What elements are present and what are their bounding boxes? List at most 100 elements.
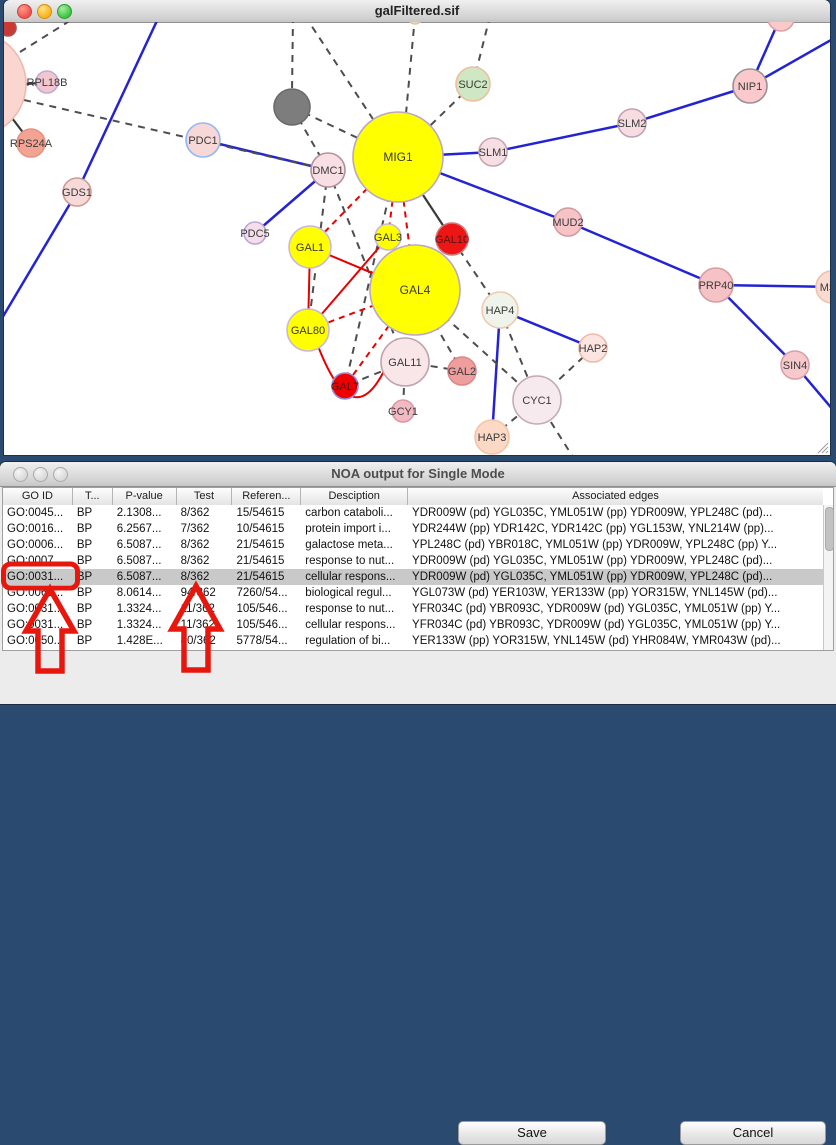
- node-label-HAP3: HAP3: [478, 432, 507, 444]
- table-cell: 11/362: [177, 617, 233, 633]
- table-cell: 21/54615: [232, 537, 301, 553]
- table-cell: YPL248C (pd) YBR018C, YML051W (pp) YDR00…: [408, 537, 823, 553]
- edge-gray_dashed: [292, 22, 293, 92]
- table-row[interactable]: GO:0050...BP1.428E...80/3625778/54...reg…: [3, 633, 823, 649]
- node-label-MIG1: MIG1: [383, 150, 413, 164]
- node-label-DMC1: DMC1: [312, 165, 343, 177]
- node-label-GCY1: GCY1: [388, 406, 418, 418]
- table-cell: YFR034C (pd) YBR093C, YDR009W (pd) YGL03…: [408, 617, 823, 633]
- edge-blue: [632, 86, 750, 123]
- network-canvas[interactable]: RPL18BRPS24AGDS1PDC1DMC1MIG1SUC2SLM1SLM2…: [4, 22, 830, 455]
- cancel-button[interactable]: Cancel: [680, 1121, 826, 1145]
- node-label-SUC2: SUC2: [458, 79, 487, 91]
- save-button[interactable]: Save: [458, 1121, 606, 1145]
- vertical-scrollbar[interactable]: [823, 505, 833, 650]
- table-cell: 8.0614...: [113, 585, 177, 601]
- table-body: GO:0045...BP2.1308...8/36215/54615carbon…: [3, 505, 823, 650]
- table-cell: 105/546...: [232, 617, 301, 633]
- table-row[interactable]: GO:0031...BP1.3324...11/362105/546...res…: [3, 601, 823, 617]
- table-cell: 94/362: [177, 585, 233, 601]
- table-cell: 105/546...: [232, 601, 301, 617]
- table-cell: 2.1308...: [113, 505, 177, 521]
- column-header-6[interactable]: Associated edges: [408, 488, 823, 505]
- node-corner-red[interactable]: [4, 22, 16, 36]
- table-row[interactable]: GO:0006...BP6.5087...8/36221/54615galact…: [3, 537, 823, 553]
- table-cell: 1.3324...: [113, 601, 177, 617]
- node-label-CYC1: CYC1: [522, 395, 551, 407]
- table-cell: GO:0006...: [3, 537, 73, 553]
- network-window-title: galFiltered.sif: [4, 3, 830, 18]
- edge-blue: [492, 310, 500, 437]
- node-top-green[interactable]: [408, 22, 422, 24]
- table-cell: cellular respons...: [301, 569, 408, 585]
- noa-titlebar[interactable]: NOA output for Single Mode: [0, 462, 836, 487]
- table-cell: 7/362: [177, 521, 233, 537]
- scrollbar-thumb[interactable]: [825, 507, 834, 551]
- node-top-pink[interactable]: [768, 22, 794, 31]
- node-label-NIP1: NIP1: [738, 81, 762, 93]
- table-cell: 6.5087...: [113, 569, 177, 585]
- table-cell: GO:0045...: [3, 505, 73, 521]
- table-cell: BP: [73, 585, 113, 601]
- table-cell: 5778/54...: [232, 633, 301, 649]
- table-cell: YFR034C (pd) YBR093C, YDR009W (pd) YGL03…: [408, 601, 823, 617]
- table-cell: 8/362: [177, 553, 233, 569]
- table-cell: 11/362: [177, 601, 233, 617]
- table-cell: 6.5087...: [113, 553, 177, 569]
- node-label-PDC1: PDC1: [188, 135, 217, 147]
- table-cell: GO:0065...: [3, 585, 73, 601]
- table-row[interactable]: GO:0031...BP6.5087...8/36221/54615cellul…: [3, 569, 823, 585]
- node-label-GAL3: GAL3: [374, 232, 402, 244]
- table-cell: GO:0031...: [3, 601, 73, 617]
- table-cell: 6.5087...: [113, 537, 177, 553]
- node-label-SIN4: SIN4: [783, 360, 807, 372]
- network-window: galFiltered.sif RPL18BRPS24AGDS1PDC1DMC1…: [4, 0, 830, 455]
- node-label-MSN: MSN: [820, 282, 830, 294]
- table-cell: 8/362: [177, 569, 233, 585]
- table-cell: 8/362: [177, 537, 233, 553]
- network-titlebar[interactable]: galFiltered.sif: [4, 0, 830, 23]
- node-label-MUD2: MUD2: [552, 217, 583, 229]
- table-cell: BP: [73, 521, 113, 537]
- column-header-1[interactable]: T...: [73, 488, 113, 505]
- table-row[interactable]: GO:0045...BP2.1308...8/36215/54615carbon…: [3, 505, 823, 521]
- table-row[interactable]: GO:0016...BP6.2567...7/36210/54615protei…: [3, 521, 823, 537]
- column-header-2[interactable]: P-value: [113, 488, 177, 505]
- table-cell: BP: [73, 505, 113, 521]
- table-cell: 8/362: [177, 505, 233, 521]
- table-cell: response to nut...: [301, 601, 408, 617]
- node-label-GAL7: GAL7: [331, 381, 359, 393]
- edge-gray_dashed: [20, 22, 95, 52]
- column-header-4[interactable]: Referen...: [232, 488, 301, 505]
- column-header-3[interactable]: Test: [177, 488, 233, 505]
- table-header-row[interactable]: GO IDT...P-valueTestReferen...Desciption…: [3, 488, 823, 506]
- node-label-RPS24A: RPS24A: [10, 138, 53, 150]
- table-cell: BP: [73, 633, 113, 649]
- table-row[interactable]: GO:0031...BP1.3324...11/362105/546...cel…: [3, 617, 823, 633]
- node-dark-gray[interactable]: [274, 89, 310, 125]
- table-cell: 80/362: [177, 633, 233, 649]
- table-cell: YDR244W (pp) YDR142C, YDR142C (pp) YGL15…: [408, 521, 823, 537]
- edge-blue: [77, 22, 162, 192]
- node-label-GAL80: GAL80: [291, 325, 325, 337]
- node-label-RPL18B: RPL18B: [27, 77, 68, 89]
- table-cell: 21/54615: [232, 553, 301, 569]
- table-row[interactable]: GO:0007...BP6.5087...8/36221/54615respon…: [3, 553, 823, 569]
- table-cell: GO:0050...: [3, 633, 73, 649]
- table-cell: 10/54615: [232, 521, 301, 537]
- resize-grip-icon[interactable]: [817, 442, 829, 454]
- table-row[interactable]: GO:0065...BP8.0614...94/3627260/54...bio…: [3, 585, 823, 601]
- table-cell: cellular respons...: [301, 617, 408, 633]
- node-label-HAP4: HAP4: [486, 305, 515, 317]
- table-cell: YER133W (pp) YOR315W, YNL145W (pd) YHR08…: [408, 633, 823, 649]
- column-header-5[interactable]: Desciption: [301, 488, 408, 505]
- column-header-0[interactable]: GO ID: [3, 488, 73, 505]
- table-cell: GO:0016...: [3, 521, 73, 537]
- table-cell: carbon cataboli...: [301, 505, 408, 521]
- edge-blue: [568, 222, 716, 285]
- noa-window-title: NOA output for Single Mode: [0, 466, 836, 481]
- node-label-SLM1: SLM1: [479, 147, 508, 159]
- table-cell: 15/54615: [232, 505, 301, 521]
- table-cell: GO:0031...: [3, 569, 73, 585]
- table-cell: 21/54615: [232, 569, 301, 585]
